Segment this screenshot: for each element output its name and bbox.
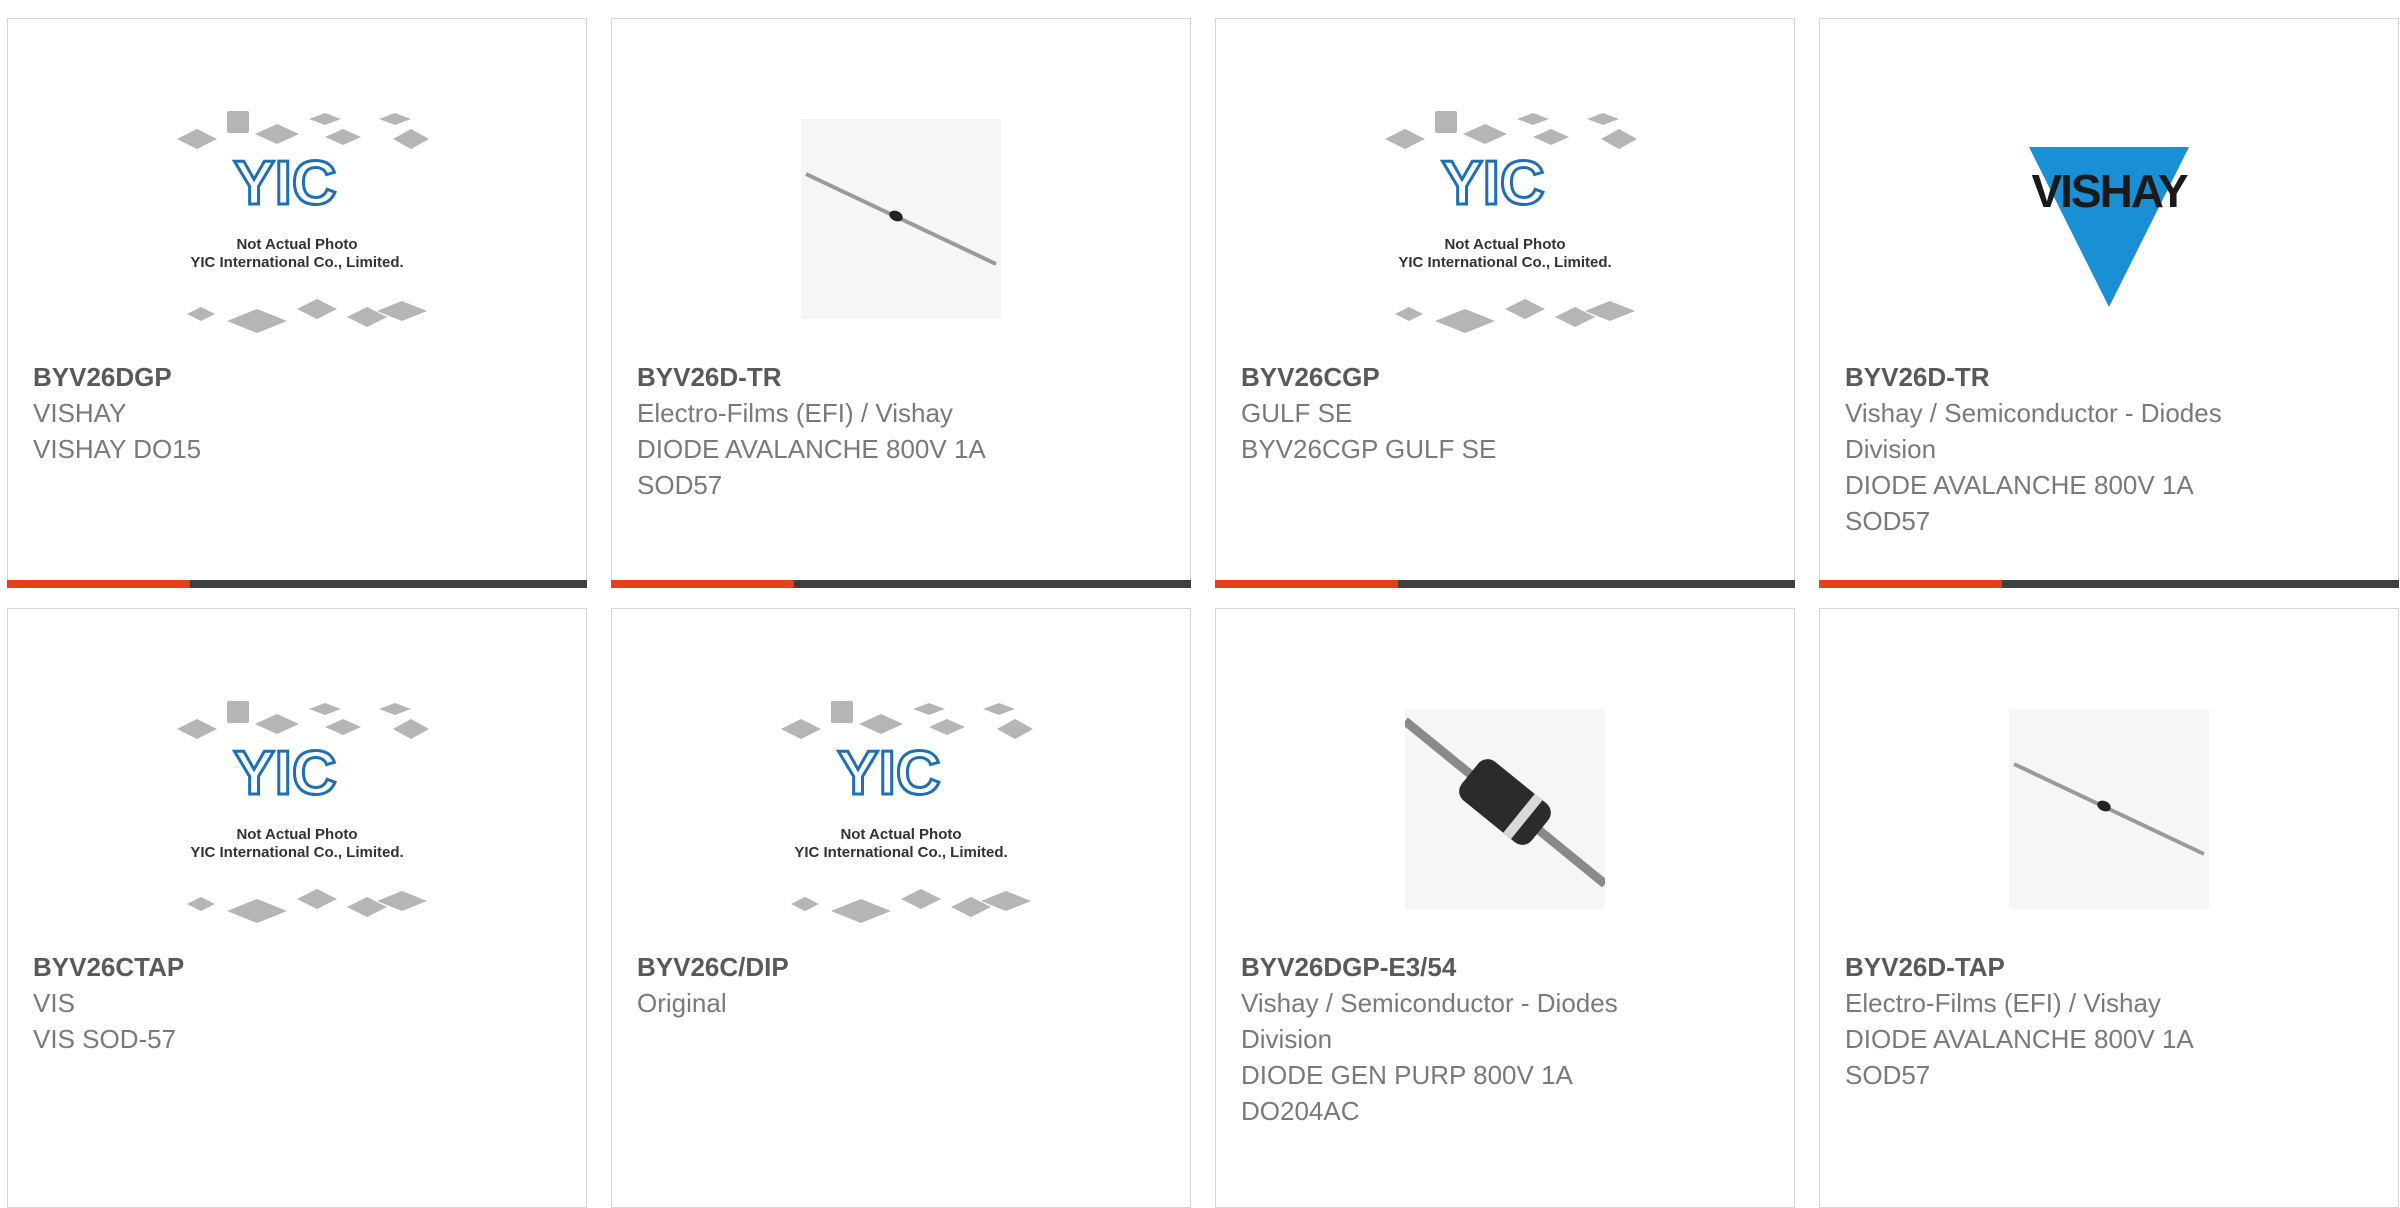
image-caption-1: Not Actual Photo <box>1444 236 1565 253</box>
svg-text:YIC: YIC <box>1441 149 1544 218</box>
product-info: BYV26D-TR Electro-Films (EFI) / Vishay D… <box>637 359 1170 503</box>
description: VISHAY DO15 <box>33 434 202 464</box>
product-image[interactable]: YIC Not Actual Photo YIC International C… <box>157 89 437 349</box>
product-image[interactable] <box>1365 679 1645 939</box>
product-info: BYV26DGP-E3/54 Vishay / Semiconductor - … <box>1241 949 1774 1129</box>
product-info: BYV26D-TAP Electro-Films (EFI) / Vishay … <box>1845 949 2378 1093</box>
product-card[interactable]: BYV26D-TAP Electro-Films (EFI) / Vishay … <box>1819 608 2399 1208</box>
product-image[interactable] <box>1969 679 2249 939</box>
product-image[interactable]: YIC Not Actual Photo YIC International C… <box>1365 89 1645 349</box>
manufacturer: GULF SE <box>1241 398 1353 428</box>
card-accent-bar <box>611 580 1191 588</box>
part-number[interactable]: BYV26C/DIP <box>637 949 1170 985</box>
card-accent-bar <box>1215 580 1795 588</box>
manufacturer: VIS <box>33 988 75 1018</box>
part-number[interactable]: BYV26D-TR <box>1845 359 2378 395</box>
product-card[interactable]: YIC Not Actual Photo YIC International C… <box>7 18 587 588</box>
image-caption-1: Not Actual Photo <box>840 826 961 843</box>
product-image[interactable]: YIC Not Actual Photo YIC International C… <box>761 679 1041 939</box>
product-info: BYV26CTAP VIS VIS SOD-57 <box>33 949 566 1057</box>
description: DIODE AVALANCHE 800V 1A <box>1845 470 2194 500</box>
svg-text:YIC: YIC <box>233 739 336 808</box>
part-number[interactable]: BYV26D-TR <box>637 359 1170 395</box>
package: SOD57 <box>1845 1060 1931 1090</box>
product-card[interactable]: BYV26D-TR Electro-Films (EFI) / Vishay D… <box>611 18 1191 588</box>
product-image[interactable]: YIC Not Actual Photo YIC International C… <box>157 679 437 939</box>
manufacturer-cont: Division <box>1845 434 1937 464</box>
manufacturer: Electro-Films (EFI) / Vishay <box>637 398 953 428</box>
card-accent-bar <box>7 580 587 588</box>
card-accent-bar <box>1819 580 2399 588</box>
description: DIODE AVALANCHE 800V 1A <box>1845 1024 2194 1054</box>
image-caption-2: YIC International Co., Limited. <box>190 844 403 861</box>
product-grid-row-2: YIC Not Actual Photo YIC International C… <box>7 608 2399 1208</box>
product-card[interactable]: YIC Not Actual Photo YIC International C… <box>611 608 1191 1208</box>
part-number[interactable]: BYV26DGP-E3/54 <box>1241 949 1774 985</box>
part-number[interactable]: BYV26D-TAP <box>1845 949 2378 985</box>
image-caption-2: YIC International Co., Limited. <box>190 254 403 271</box>
part-number[interactable]: BYV26CGP <box>1241 359 1774 395</box>
manufacturer: Original <box>637 988 727 1018</box>
manufacturer: Electro-Films (EFI) / Vishay <box>1845 988 2161 1018</box>
part-number[interactable]: BYV26DGP <box>33 359 566 395</box>
product-info: BYV26DGP VISHAY VISHAY DO15 <box>33 359 566 467</box>
product-card[interactable]: VISHAY BYV26D-TR Vishay / Semiconductor … <box>1819 18 2399 588</box>
product-info: BYV26D-TR Vishay / Semiconductor - Diode… <box>1845 359 2378 539</box>
product-card[interactable]: YIC Not Actual Photo YIC International C… <box>7 608 587 1208</box>
image-caption-2: YIC International Co., Limited. <box>1398 254 1611 271</box>
manufacturer: Vishay / Semiconductor - Diodes <box>1241 988 1618 1018</box>
manufacturer: Vishay / Semiconductor - Diodes <box>1845 398 2222 428</box>
product-info: BYV26C/DIP Original <box>637 949 1170 1021</box>
product-card[interactable]: BYV26DGP-E3/54 Vishay / Semiconductor - … <box>1215 608 1795 1208</box>
product-card[interactable]: YIC Not Actual Photo YIC International C… <box>1215 18 1795 588</box>
description: VIS SOD-57 <box>33 1024 177 1054</box>
package: SOD57 <box>1845 506 1931 536</box>
manufacturer: VISHAY <box>33 398 127 428</box>
description: DIODE AVALANCHE 800V 1A <box>637 434 986 464</box>
part-number[interactable]: BYV26CTAP <box>33 949 566 985</box>
package: DO204AC <box>1241 1096 1360 1126</box>
svg-text:YIC: YIC <box>233 149 336 218</box>
product-image[interactable]: VISHAY <box>1969 89 2249 349</box>
vishay-logo-text: VISHAY <box>2031 165 2187 217</box>
image-caption-1: Not Actual Photo <box>236 236 357 253</box>
manufacturer-cont: Division <box>1241 1024 1333 1054</box>
product-image[interactable] <box>761 89 1041 349</box>
description: BYV26CGP GULF SE <box>1241 434 1497 464</box>
svg-text:YIC: YIC <box>837 739 940 808</box>
image-caption-1: Not Actual Photo <box>236 826 357 843</box>
product-grid-row-1: YIC Not Actual Photo YIC International C… <box>7 18 2399 588</box>
product-info: BYV26CGP GULF SE BYV26CGP GULF SE <box>1241 359 1774 467</box>
image-caption-2: YIC International Co., Limited. <box>794 844 1007 861</box>
description: DIODE GEN PURP 800V 1A <box>1241 1060 1573 1090</box>
package: SOD57 <box>637 470 723 500</box>
